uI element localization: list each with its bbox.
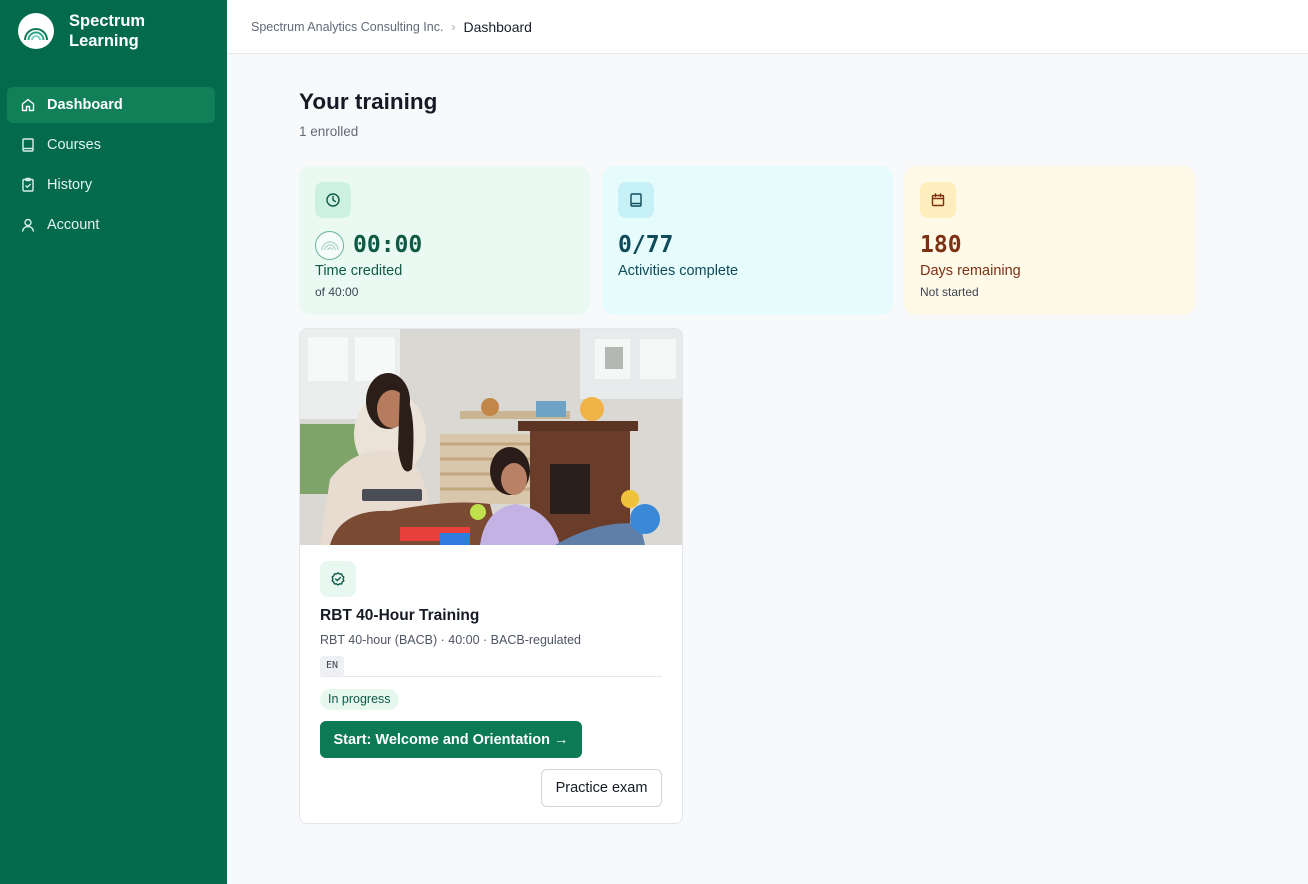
stat-card-activities: 0/77 Activities complete	[602, 166, 893, 315]
top-bar: Spectrum Analytics Consulting Inc. › Das…	[227, 0, 1308, 54]
sidebar-item-history[interactable]: History	[7, 167, 215, 203]
course-photo	[300, 329, 682, 545]
language-tag: EN	[320, 656, 345, 676]
progress-ring	[315, 230, 344, 260]
stat-value: 0/77	[618, 232, 674, 258]
sidebar-item-courses[interactable]: Courses	[7, 127, 215, 163]
stat-card-time-credited: 00:00 Time credited of 40:00	[299, 166, 590, 315]
book-icon	[20, 137, 36, 153]
sidebar-item-label: Courses	[47, 137, 101, 153]
rainbow-logo-icon	[18, 13, 54, 49]
stat-card-days-remaining: 180 Days remaining Not started	[904, 166, 1195, 315]
stat-note: Not started	[920, 285, 979, 299]
stat-label: Time credited	[315, 263, 403, 279]
start-course-button[interactable]: Start: Welcome and Orientation →	[320, 721, 582, 758]
stat-value-row: 180	[920, 230, 962, 260]
home-icon	[20, 97, 36, 113]
course-card[interactable]: RBT 40-Hour Training RBT 40-hour (BACB) …	[299, 328, 683, 824]
clipboard-check-icon	[20, 177, 36, 193]
stat-label: Activities complete	[618, 263, 739, 279]
course-title[interactable]: RBT 40-Hour Training	[320, 607, 479, 625]
book-icon	[618, 182, 654, 218]
stat-value: 00:00	[353, 232, 423, 258]
breadcrumb-org[interactable]: Spectrum Analytics Consulting Inc.	[251, 20, 443, 34]
breadcrumb-current: Dashboard	[463, 18, 532, 35]
stat-value-row: 0/77	[618, 230, 673, 260]
practice-exam-button[interactable]: Practice exam	[541, 769, 662, 807]
sidebar-item-label: Dashboard	[47, 97, 123, 113]
stat-label: Days remaining	[920, 263, 1021, 279]
sidebar-item-label: History	[47, 177, 93, 193]
sidebar: Spectrum Learning Dashboard Courses Hist…	[0, 0, 227, 884]
divider	[320, 676, 662, 677]
brand[interactable]: Spectrum Learning	[18, 11, 169, 51]
brand-name: Spectrum Learning	[69, 12, 146, 50]
clock-icon	[315, 182, 351, 218]
status-badge: In progress	[320, 689, 399, 710]
stat-note: of 40:00	[315, 285, 359, 299]
course-meta: RBT 40-hour (BACB) · 40:00 · BACB-regula…	[320, 633, 581, 647]
stat-value: 180	[920, 232, 962, 258]
sidebar-nav: Dashboard Courses History Account	[7, 87, 215, 247]
check-badge-icon	[320, 561, 356, 597]
user-icon	[20, 217, 36, 233]
page-subtitle: 1 enrolled	[299, 124, 359, 139]
chevron-right-icon: ›	[451, 19, 456, 34]
calendar-icon	[920, 182, 956, 218]
sidebar-item-dashboard[interactable]: Dashboard	[7, 87, 215, 123]
sidebar-item-account[interactable]: Account	[7, 207, 215, 243]
page-title: Your training	[299, 89, 438, 114]
stat-value-row: 00:00	[315, 230, 422, 260]
sidebar-item-label: Account	[47, 217, 100, 233]
